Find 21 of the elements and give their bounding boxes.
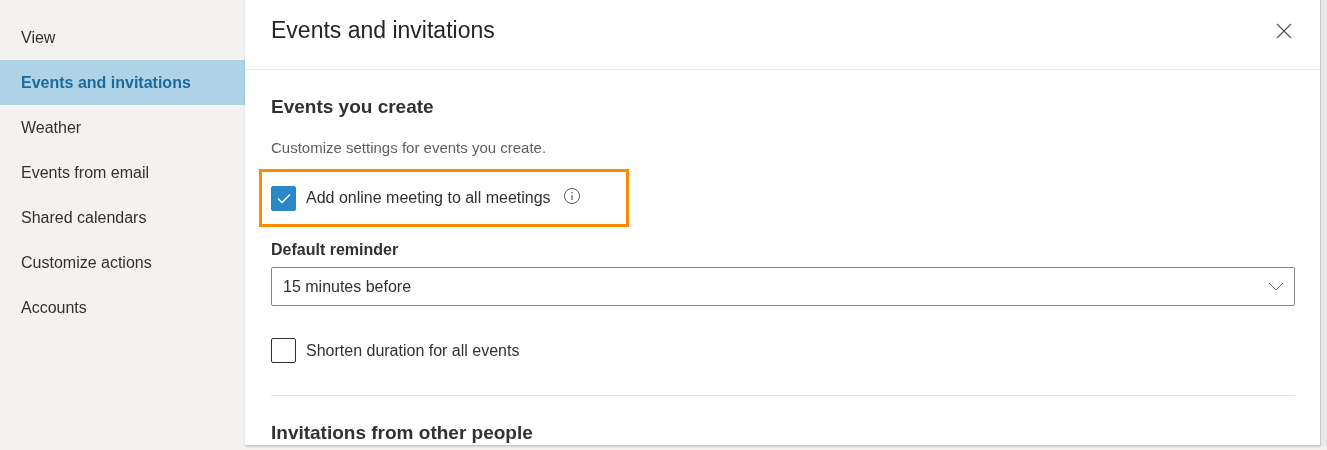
- reminder-dropdown[interactable]: 15 minutes before: [271, 267, 1295, 306]
- check-icon: [276, 192, 291, 204]
- sidebar-item[interactable]: View: [0, 15, 245, 60]
- chevron-down-icon: [1268, 282, 1284, 291]
- sidebar-item[interactable]: Shared calendars: [0, 195, 245, 240]
- sidebar-item[interactable]: Customize actions: [0, 240, 245, 285]
- checkbox[interactable]: [271, 338, 296, 363]
- section-description: Customize settings for events you create.: [271, 138, 548, 158]
- sidebar-item[interactable]: Accounts: [0, 285, 245, 330]
- sidebar-item[interactable]: Events and invitations: [0, 60, 245, 105]
- sidebar-item[interactable]: Events from email: [0, 150, 245, 195]
- checkbox-label: Add online meeting to all meetings: [306, 188, 551, 208]
- panel-title: Events and invitations: [271, 16, 495, 46]
- section-heading: Events you create: [271, 95, 435, 119]
- checkbox-label: Shorten duration for all events: [306, 340, 520, 361]
- checkbox[interactable]: [271, 185, 296, 211]
- section-heading: Invitations from other people: [271, 421, 534, 445]
- info-icon[interactable]: [562, 187, 581, 205]
- sidebar-item[interactable]: Weather: [0, 105, 245, 150]
- close-icon: [1276, 22, 1292, 39]
- field-label: Default reminder: [271, 240, 400, 260]
